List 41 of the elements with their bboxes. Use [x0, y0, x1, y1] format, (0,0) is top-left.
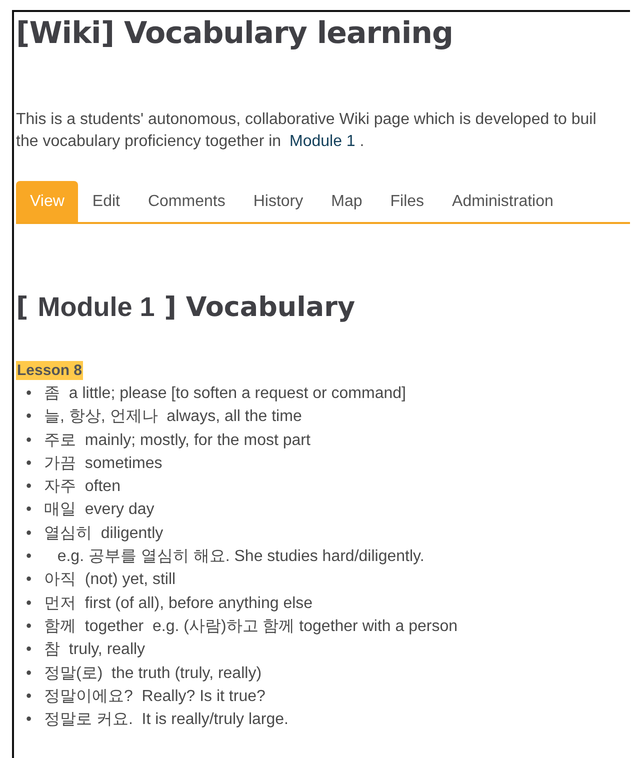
- bullet: •: [26, 710, 33, 730]
- vocabulary-item: 가끔 sometimes: [44, 454, 162, 474]
- vocabulary-item: 아직 (not) yet, still: [44, 570, 176, 590]
- bullet: •: [26, 616, 33, 637]
- tab[interactable]: Files: [376, 181, 438, 222]
- tab[interactable]: Edit: [78, 181, 134, 222]
- bullet: •: [26, 477, 33, 498]
- bullet: •: [26, 547, 33, 568]
- vocabulary-item: e.g. 공부를 열심히 해요. She studies hard/diligently.: [56, 547, 424, 568]
- description-text: This is a students' autonomous, collaborative Wiki page which is developed to buil the vocabulary proficiency together in Module 1 .: [16, 110, 598, 152]
- vocabulary-item: 함께 together e.g. (사람)하고 함께 together with a person: [44, 616, 458, 637]
- vocabulary-item: 주로 mainly; mostly, for the most part: [44, 430, 310, 451]
- bullet: •: [26, 640, 33, 660]
- page-title: [Wiki] Vocabulary learning: [16, 16, 454, 51]
- tab[interactable]: Comments: [134, 181, 240, 222]
- vocabulary-item: 매일 every day: [44, 500, 154, 520]
- lesson-label: Lesson 8: [16, 361, 84, 380]
- vocabulary-item: 늘, 항상, 언제나 always, all the time: [44, 407, 302, 428]
- vocabulary-item: 참 truly, really: [44, 640, 146, 660]
- bullet: •: [26, 454, 33, 474]
- vocabulary-item: 정말이에요? Really? Is it true?: [44, 686, 266, 707]
- bullet: •: [26, 594, 33, 614]
- tab[interactable]: Map: [317, 181, 376, 222]
- bullet: •: [26, 686, 33, 707]
- bullet: •: [26, 524, 33, 544]
- vocabulary-item: 정말(로) the truth (truly, really): [44, 664, 262, 684]
- vocabulary-item: 먼저 first (of all), before anything else: [44, 594, 313, 614]
- bullet: •: [26, 664, 33, 684]
- vocabulary-item: 좀 a little; please [to soften a request or command]: [44, 384, 406, 404]
- bullet: •: [26, 407, 33, 428]
- vocabulary-item: 정말로 커요. It is really/truly large.: [44, 710, 288, 730]
- bullet: •: [26, 430, 33, 451]
- vocabulary-item: 자주 often: [44, 477, 120, 498]
- tab[interactable]: Administration: [438, 181, 568, 222]
- section-heading: [ Module 1 ] Vocabulary: [16, 292, 356, 323]
- bullet: •: [26, 384, 33, 404]
- bullet: •: [26, 500, 33, 520]
- tab[interactable]: History: [239, 181, 318, 222]
- bullet: •: [26, 570, 33, 590]
- vocabulary-item: 열심히 diligently: [44, 524, 164, 544]
- module-link[interactable]: Module 1: [289, 133, 356, 150]
